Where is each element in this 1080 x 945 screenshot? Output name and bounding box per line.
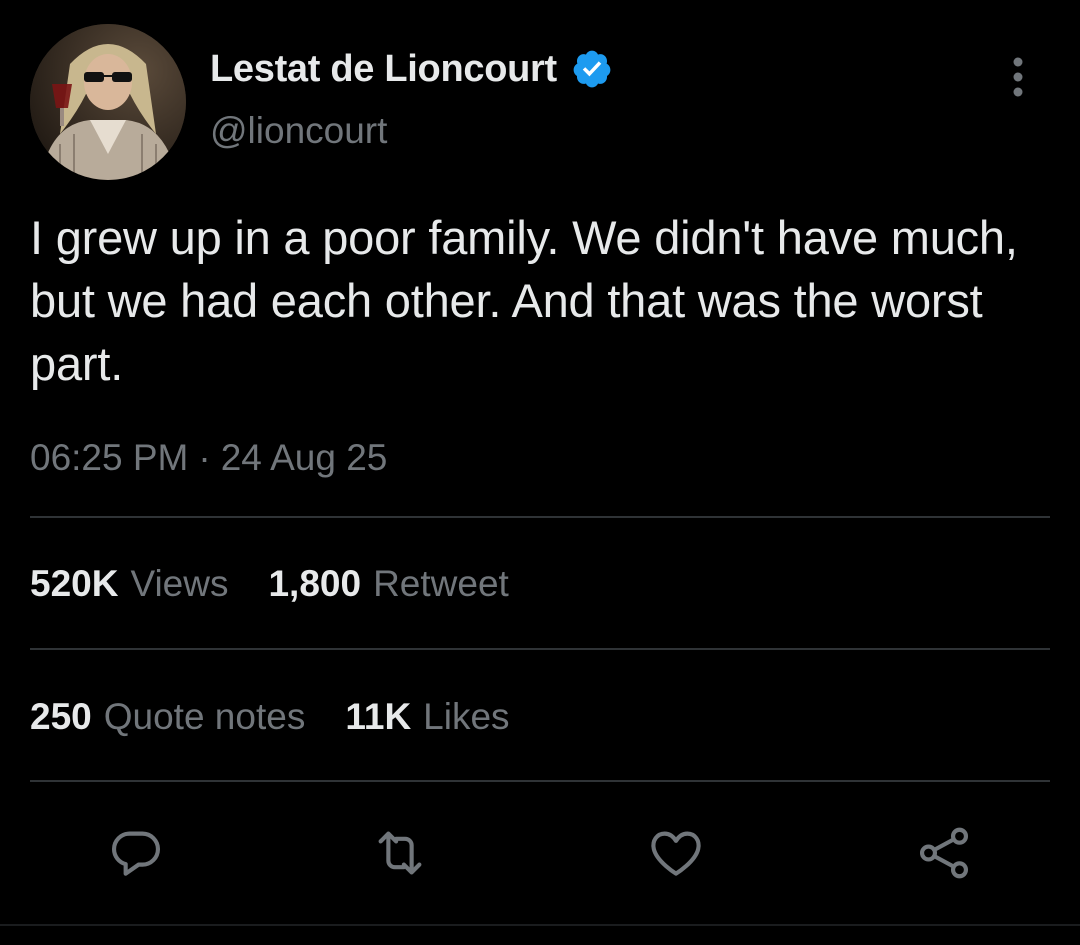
quotes-label: Quote notes — [103, 696, 306, 737]
author-name-row: Lestat de Lioncourt — [210, 44, 613, 94]
tweet-time: 06:25 PM — [30, 437, 189, 478]
stats-row-quotes-likes: 250 Quote notes 11K Likes — [30, 696, 550, 738]
tweet-detail: Lestat de Lioncourt @lioncourt I grew up… — [0, 0, 1080, 945]
timestamp-separator: · — [198, 437, 211, 478]
likes-count: 11K — [345, 696, 412, 737]
divider — [30, 516, 1050, 518]
views-stat[interactable]: 520K Views — [30, 563, 228, 605]
views-count: 520K — [30, 563, 119, 604]
views-label: Views — [130, 563, 229, 604]
tweet-timestamp[interactable]: 06:25 PM · 24 Aug 25 — [30, 437, 387, 479]
likes-label: Likes — [423, 696, 510, 737]
retweet-button[interactable] — [365, 818, 435, 888]
retweets-label: Retweet — [373, 563, 509, 604]
like-button[interactable] — [641, 818, 711, 888]
avatar-image — [30, 24, 186, 180]
bottom-divider — [0, 924, 1080, 926]
author-handle[interactable]: @lioncourt — [210, 110, 387, 152]
retweet-icon — [378, 831, 422, 875]
share-button[interactable] — [909, 818, 979, 888]
likes-stat[interactable]: 11K Likes — [345, 696, 509, 738]
reply-icon — [111, 831, 161, 876]
author-display-name[interactable]: Lestat de Lioncourt — [210, 48, 557, 91]
like-icon — [651, 831, 701, 876]
divider — [30, 780, 1050, 782]
stats-row-views-retweets: 520K Views 1,800 Retweet — [30, 563, 549, 605]
verified-badge-icon — [573, 50, 611, 88]
tweet-text: I grew up in a poor family. We didn't ha… — [30, 211, 1018, 390]
share-icon — [919, 827, 969, 879]
retweets-count: 1,800 — [268, 563, 362, 604]
tweet-date: 24 Aug 25 — [220, 437, 388, 478]
avatar[interactable] — [30, 24, 186, 180]
reply-button[interactable] — [101, 818, 171, 888]
action-bar — [0, 818, 1080, 888]
quotes-stat[interactable]: 250 Quote notes — [30, 696, 305, 738]
retweets-stat[interactable]: 1,800 Retweet — [268, 563, 508, 605]
quotes-count: 250 — [30, 696, 92, 737]
more-options-icon[interactable] — [998, 52, 1038, 102]
divider — [30, 648, 1050, 650]
